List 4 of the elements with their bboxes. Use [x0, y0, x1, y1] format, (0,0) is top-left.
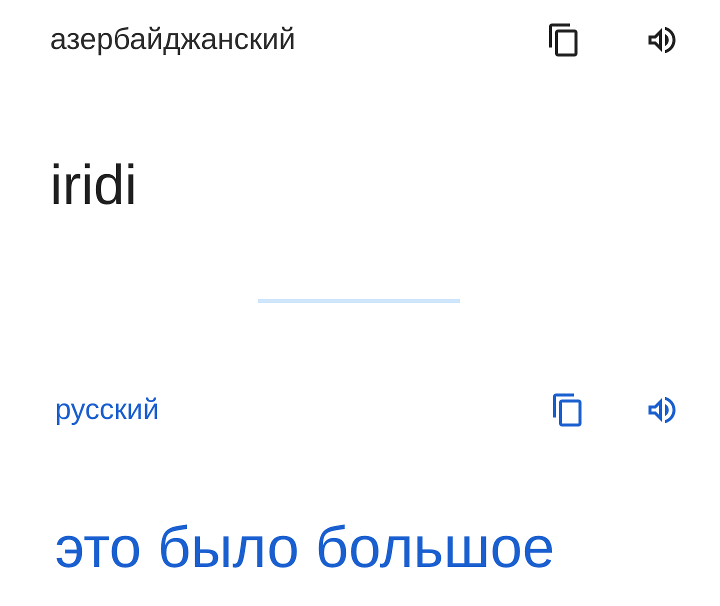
language-label: азербайджанский	[50, 23, 297, 57]
translation-text: это было большое	[55, 514, 556, 582]
language-label: русский	[55, 394, 160, 426]
source-text: iridi	[50, 152, 138, 218]
